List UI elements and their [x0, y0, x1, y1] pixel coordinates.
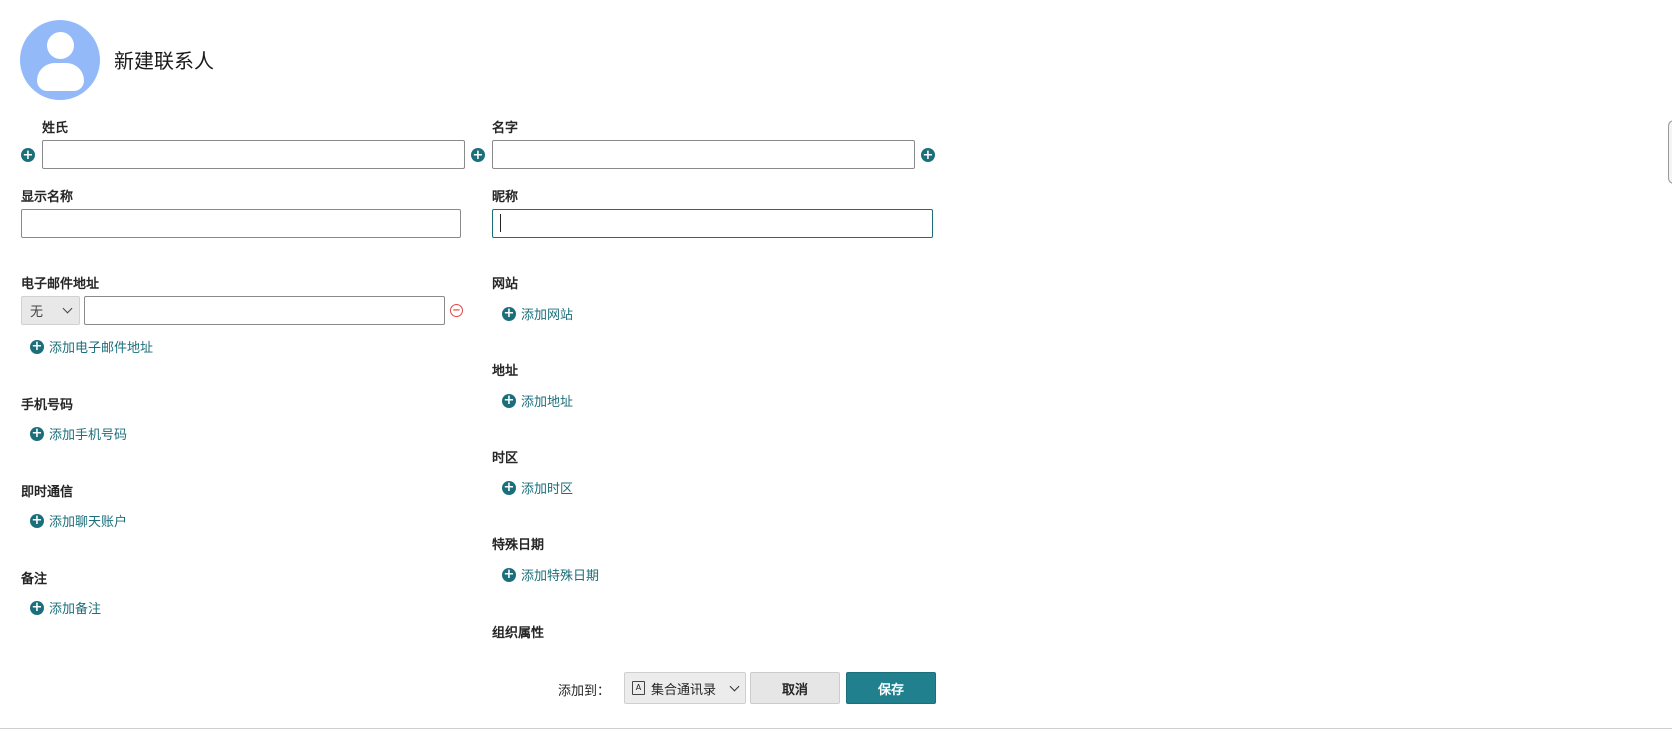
plus-circle-icon: +	[30, 339, 44, 354]
add-notes-link[interactable]: + 添加备注	[30, 598, 101, 617]
email-input[interactable]	[84, 296, 445, 325]
plus-circle-icon: +	[502, 567, 516, 582]
surname-label: 姓氏	[42, 121, 69, 136]
avatar[interactable]	[20, 20, 100, 100]
plus-circle-icon: +	[30, 600, 44, 615]
plus-circle-icon: +	[30, 426, 44, 441]
text-caret	[500, 214, 501, 232]
plus-circle-icon: +	[502, 480, 516, 495]
side-panel-handle[interactable]	[1668, 120, 1672, 184]
remove-email-minus-icon[interactable]: −	[450, 304, 463, 317]
add-website-label: 添加网站	[521, 308, 574, 323]
special-dates-section-label: 特殊日期	[492, 538, 545, 553]
add-address-label: 添加地址	[521, 395, 574, 410]
address-book-select[interactable]: A 集合通讯录	[624, 672, 746, 704]
address-book-value: 集合通讯录	[651, 682, 717, 698]
address-section-label: 地址	[492, 364, 519, 379]
bottom-divider	[0, 728, 1672, 729]
email-type-select[interactable]: 无	[21, 296, 80, 325]
chevron-down-icon	[62, 303, 73, 314]
cancel-button[interactable]: 取消	[750, 672, 840, 704]
org-section-label: 组织属性	[492, 626, 545, 641]
plus-circle-icon: +	[502, 393, 516, 408]
plus-circle-icon: +	[502, 306, 516, 321]
add-timezone-label: 添加时区	[521, 482, 574, 497]
add-email-link[interactable]: + 添加电子邮件地址	[30, 337, 153, 356]
im-section-label: 即时通信	[21, 485, 74, 500]
email-type-value: 无	[30, 305, 44, 320]
add-special-date-label: 添加特殊日期	[521, 569, 600, 584]
plus-circle-icon: +	[30, 513, 44, 528]
page-title: 新建联系人	[114, 49, 214, 73]
save-button[interactable]: 保存	[846, 672, 936, 704]
person-head-icon	[47, 32, 74, 59]
chevron-down-icon	[729, 681, 740, 691]
website-section-label: 网站	[492, 277, 519, 292]
address-book-icon: A	[632, 681, 645, 695]
given-name-input[interactable]	[492, 140, 915, 169]
add-email-label: 添加电子邮件地址	[49, 341, 154, 356]
add-special-date-link[interactable]: + 添加特殊日期	[502, 565, 599, 584]
add-chat-account-link[interactable]: + 添加聊天账户	[30, 511, 127, 530]
given-name-label: 名字	[492, 121, 519, 136]
notes-section-label: 备注	[21, 572, 48, 587]
add-timezone-link[interactable]: + 添加时区	[502, 478, 573, 497]
add-to-label: 添加到：	[558, 684, 611, 699]
add-mobile-link[interactable]: + 添加手机号码	[30, 424, 127, 443]
display-name-input[interactable]	[21, 209, 461, 238]
expand-prefix-plus-icon[interactable]: +	[21, 148, 35, 162]
mobile-section-label: 手机号码	[21, 398, 74, 413]
add-address-link[interactable]: + 添加地址	[502, 391, 573, 410]
add-website-link[interactable]: + 添加网站	[502, 304, 573, 323]
email-section-label: 电子邮件地址	[21, 277, 100, 292]
expand-middle-name-plus-icon[interactable]: +	[471, 148, 485, 162]
display-name-label: 显示名称	[21, 190, 74, 205]
nickname-input[interactable]	[492, 209, 933, 238]
add-mobile-label: 添加手机号码	[49, 428, 128, 443]
timezone-section-label: 时区	[492, 451, 519, 466]
surname-input[interactable]	[42, 140, 465, 169]
add-notes-label: 添加备注	[49, 602, 102, 617]
nickname-label: 昵称	[492, 190, 519, 205]
add-chat-account-label: 添加聊天账户	[49, 515, 128, 530]
person-body-icon	[37, 63, 84, 91]
expand-suffix-plus-icon[interactable]: +	[921, 148, 935, 162]
